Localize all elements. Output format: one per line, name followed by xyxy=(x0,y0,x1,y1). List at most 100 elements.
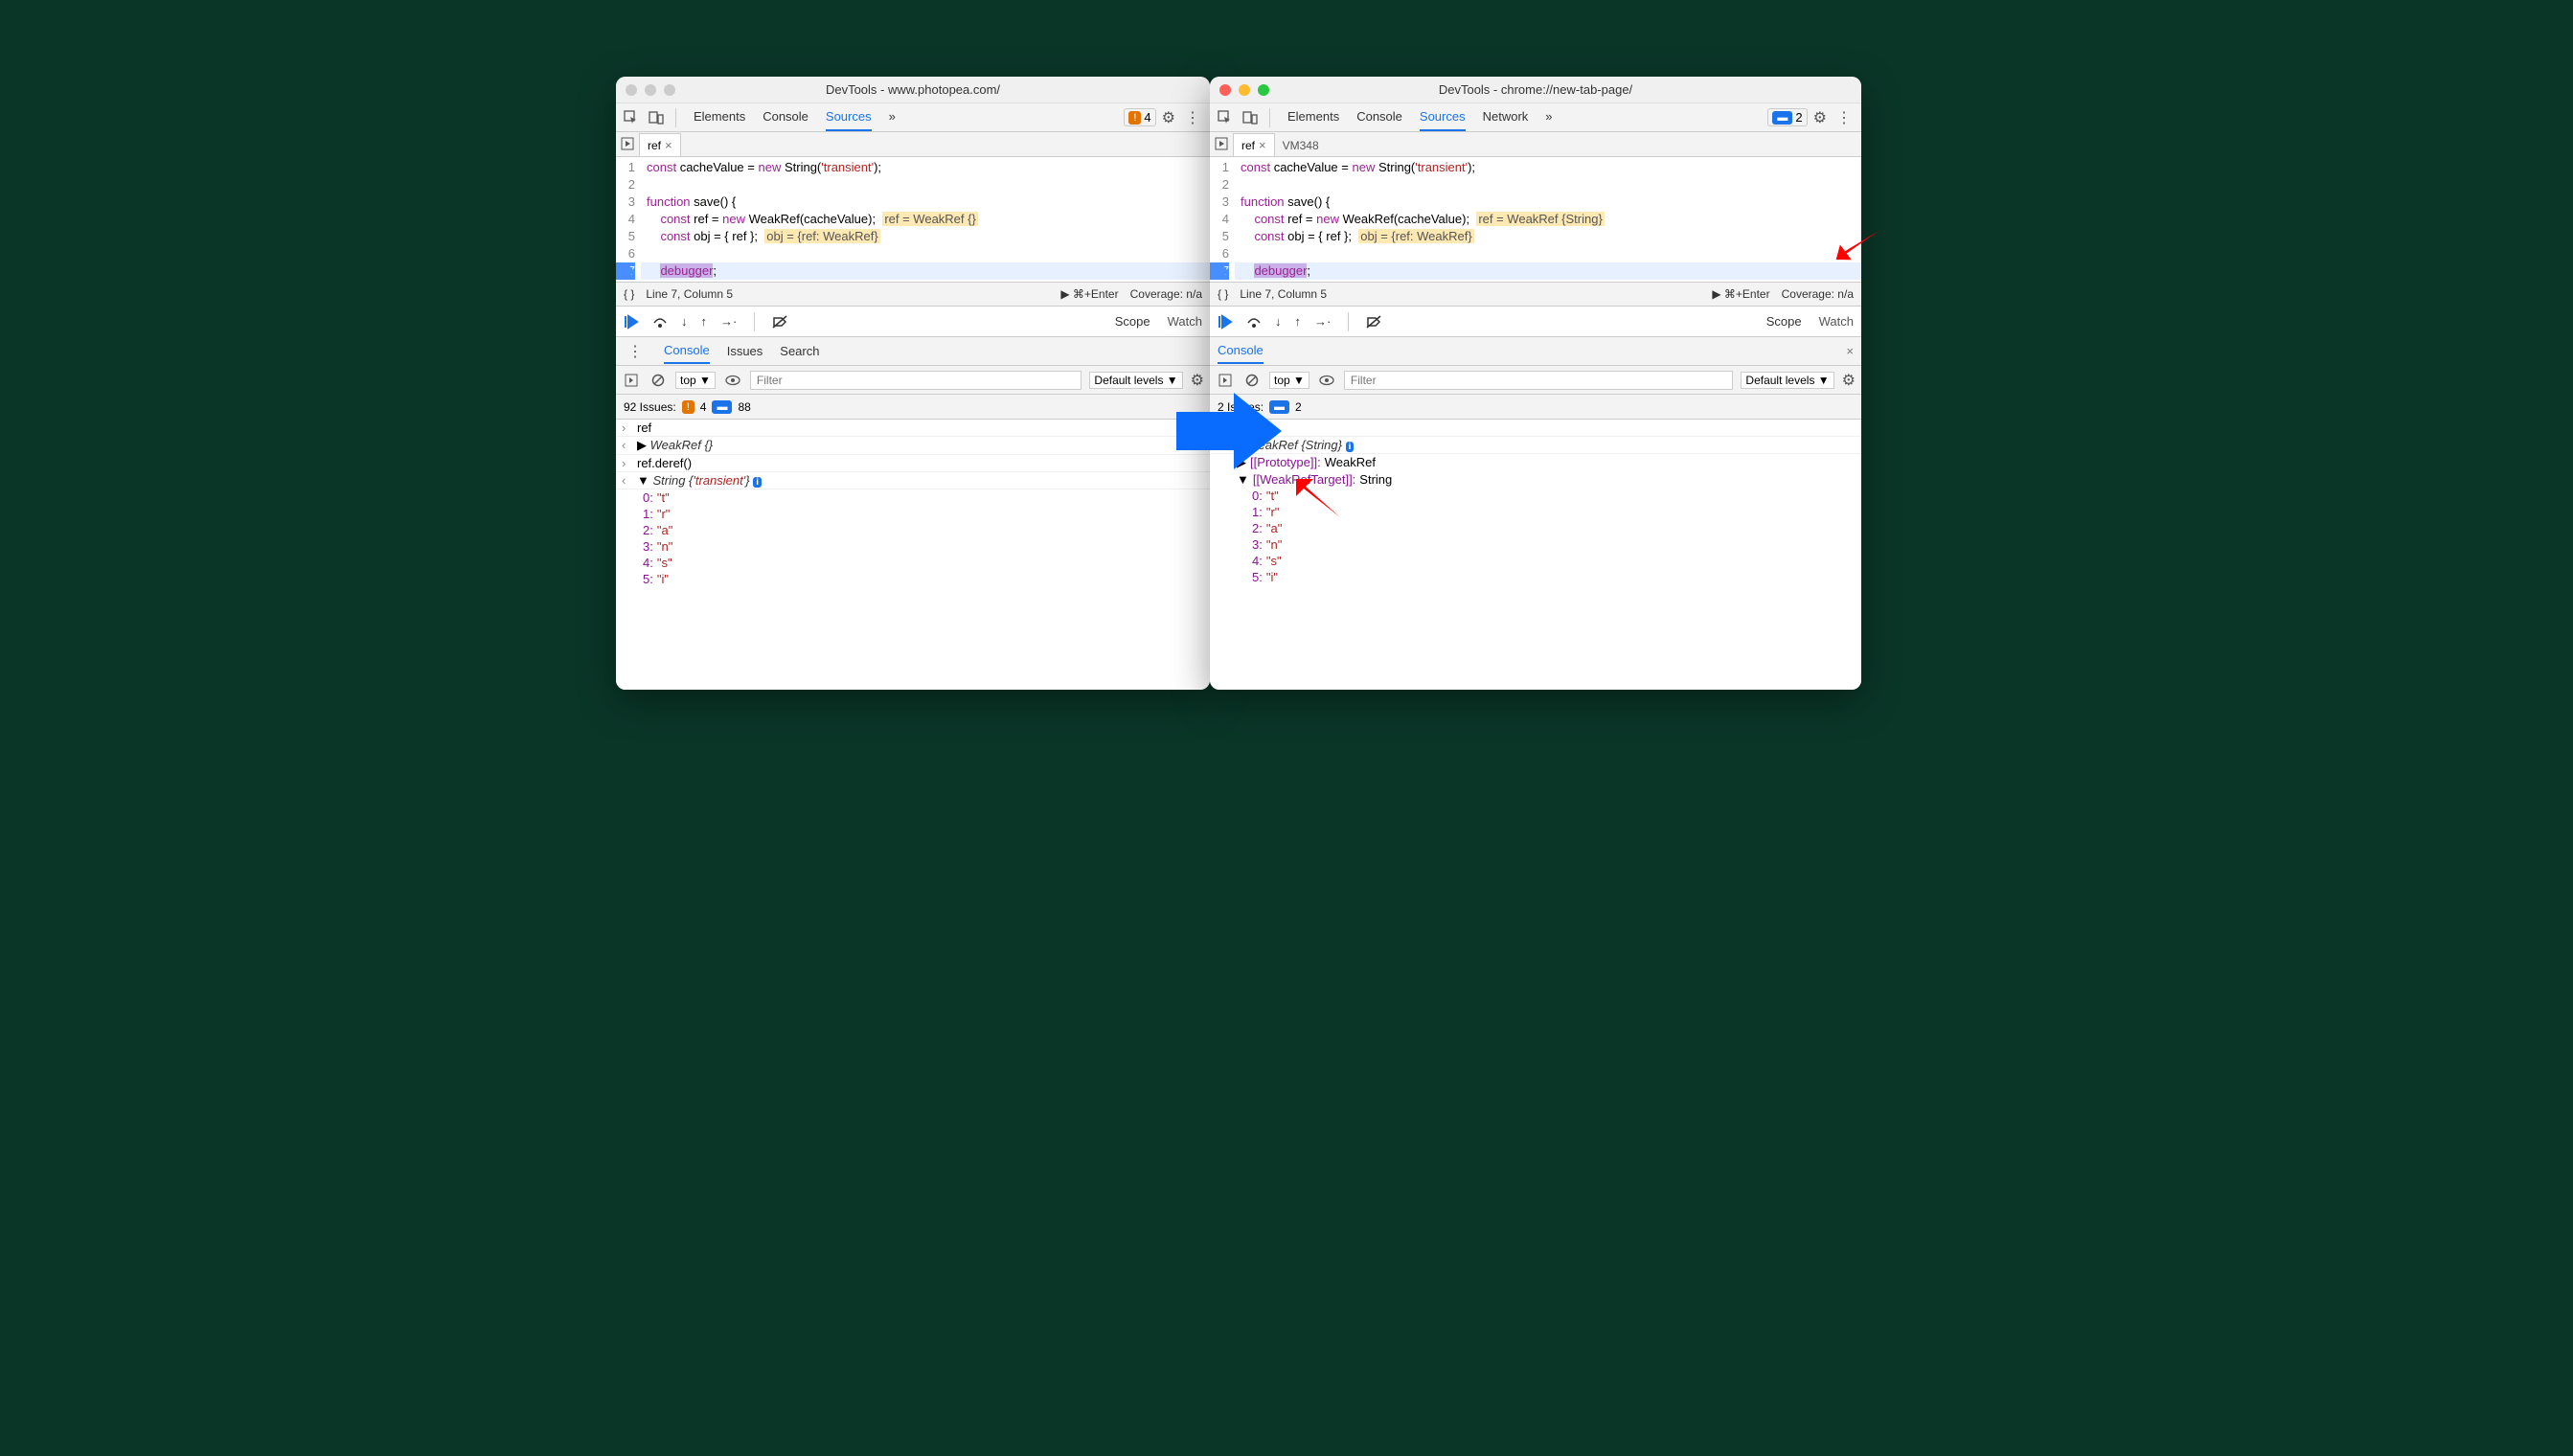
clear-console-icon[interactable] xyxy=(1242,371,1262,390)
resume-icon[interactable] xyxy=(624,314,639,330)
context-selector[interactable]: top ▼ xyxy=(675,372,716,389)
warn-badge: ! xyxy=(682,400,694,414)
menu-icon[interactable]: ⋮ xyxy=(1833,108,1856,127)
console-output[interactable]: ›ref ‹▶ WeakRef {} ›ref.deref() ‹▼ Strin… xyxy=(616,420,1210,690)
tab-more[interactable]: » xyxy=(889,103,896,131)
step-into-icon[interactable]: ↓ xyxy=(1275,314,1282,329)
code-editor[interactable]: 1234567 const cacheValue = new String('t… xyxy=(1210,157,1861,282)
step-out-icon[interactable]: ↑ xyxy=(1295,314,1302,329)
tab-sources[interactable]: Sources xyxy=(1420,103,1466,131)
tab-watch[interactable]: Watch xyxy=(1819,314,1854,329)
coverage-status: Coverage: n/a xyxy=(1782,287,1854,301)
drawer-menu-icon[interactable]: ⋮ xyxy=(624,342,647,361)
filter-input[interactable] xyxy=(1344,371,1734,390)
object-value: "n" xyxy=(657,539,672,554)
deactivate-bp-icon[interactable] xyxy=(1366,315,1381,329)
object-key: 3: xyxy=(1252,537,1263,552)
close-icon[interactable]: × xyxy=(665,138,672,152)
sidebar-toggle-icon[interactable] xyxy=(1216,371,1235,390)
issues-summary[interactable]: 92 Issues: !4 ▬88 xyxy=(616,395,1210,420)
tab-console[interactable]: Console xyxy=(763,103,808,131)
settings-icon[interactable]: ⚙ xyxy=(1162,108,1175,127)
object-value: "t" xyxy=(1266,489,1279,503)
live-expr-icon[interactable] xyxy=(1317,371,1336,390)
console-toolbar: top ▼ Default levels ▼ ⚙ xyxy=(616,366,1210,395)
step-out-icon[interactable]: ↑ xyxy=(701,314,708,329)
file-tabs: ref× VM348 xyxy=(1210,132,1861,157)
drawer-tab-search[interactable]: Search xyxy=(780,339,819,363)
traffic-lights xyxy=(1219,84,1269,96)
tab-watch[interactable]: Watch xyxy=(1168,314,1202,329)
panel-tabs: Elements Console Sources Network » xyxy=(1280,103,1762,131)
settings-icon[interactable]: ⚙ xyxy=(1813,108,1827,127)
file-tab-ref[interactable]: ref× xyxy=(1233,133,1275,156)
drawer-tab-console[interactable]: Console xyxy=(664,338,710,364)
context-selector[interactable]: top ▼ xyxy=(1269,372,1309,389)
tab-network[interactable]: Network xyxy=(1483,103,1529,131)
collapse-arrow-icon[interactable]: ▼ xyxy=(637,473,652,488)
levels-selector[interactable]: Default levels ▼ xyxy=(1089,372,1182,389)
console-settings-icon[interactable]: ⚙ xyxy=(1191,371,1204,390)
file-tab-vm[interactable]: VM348 xyxy=(1275,135,1327,156)
object-key: 1: xyxy=(1252,505,1263,519)
tab-more[interactable]: » xyxy=(1545,103,1552,131)
minimize-dot[interactable] xyxy=(645,84,656,96)
tab-elements[interactable]: Elements xyxy=(694,103,745,131)
debugger-toolbar: ↓ ↑ →· Scope Watch xyxy=(1210,307,1861,337)
collapse-arrow-icon[interactable]: ▼ xyxy=(1237,472,1249,487)
info-icon[interactable]: i xyxy=(1346,442,1355,452)
step-into-icon[interactable]: ↓ xyxy=(681,314,688,329)
resume-icon[interactable] xyxy=(1218,314,1233,330)
close-dot[interactable] xyxy=(1219,84,1231,96)
drawer-tab-issues[interactable]: Issues xyxy=(727,339,763,363)
step-over-icon[interactable] xyxy=(1246,315,1262,329)
braces-icon[interactable]: { } xyxy=(624,287,634,301)
output-chevron-icon: ‹ xyxy=(622,438,633,452)
inspect-icon[interactable] xyxy=(622,108,641,127)
sidebar-toggle-icon[interactable] xyxy=(622,371,641,390)
clear-console-icon[interactable] xyxy=(649,371,668,390)
zoom-dot[interactable] xyxy=(1258,84,1269,96)
drawer-close-icon[interactable]: × xyxy=(1846,344,1854,358)
warn-icon: ! xyxy=(1128,111,1141,125)
issues-badge[interactable]: ▬2 xyxy=(1767,108,1807,126)
blue-arrow-icon xyxy=(1176,393,1282,469)
file-tab-ref[interactable]: ref× xyxy=(639,133,681,156)
levels-selector[interactable]: Default levels ▼ xyxy=(1741,372,1833,389)
object-value: "a" xyxy=(1266,521,1282,535)
filter-input[interactable] xyxy=(750,371,1082,390)
snippet-run-icon[interactable] xyxy=(1210,131,1233,156)
expand-arrow-icon[interactable]: ▶ xyxy=(637,438,650,452)
issues-summary[interactable]: 2 Issues: ▬2 xyxy=(1210,395,1861,420)
drawer-tab-console[interactable]: Console xyxy=(1218,338,1264,364)
menu-icon[interactable]: ⋮ xyxy=(1181,108,1204,127)
step-over-icon[interactable] xyxy=(652,315,668,329)
device-icon[interactable] xyxy=(647,108,666,127)
console-settings-icon[interactable]: ⚙ xyxy=(1842,371,1856,390)
deactivate-bp-icon[interactable] xyxy=(772,315,787,329)
braces-icon[interactable]: { } xyxy=(1218,287,1228,301)
snippet-run-icon[interactable] xyxy=(616,131,639,156)
tab-scope[interactable]: Scope xyxy=(1115,314,1150,329)
step-icon[interactable]: →· xyxy=(720,314,737,329)
step-icon[interactable]: →· xyxy=(1314,314,1331,329)
close-dot[interactable] xyxy=(626,84,637,96)
minimize-dot[interactable] xyxy=(1239,84,1250,96)
coverage-status: Coverage: n/a xyxy=(1130,287,1202,301)
devtools-window-left: DevTools - www.photopea.com/ Elements Co… xyxy=(616,77,1210,690)
console-output[interactable]: ›ref ‹▼ WeakRef {String} i ▶ [[Prototype… xyxy=(1210,420,1861,690)
tab-sources[interactable]: Sources xyxy=(826,103,872,131)
device-icon[interactable] xyxy=(1241,108,1260,127)
issues-badge[interactable]: !4 xyxy=(1124,108,1155,126)
inspect-icon[interactable] xyxy=(1216,108,1235,127)
tab-scope[interactable]: Scope xyxy=(1766,314,1802,329)
close-icon[interactable]: × xyxy=(1259,138,1266,152)
info-icon[interactable]: i xyxy=(753,477,762,488)
tab-console[interactable]: Console xyxy=(1356,103,1402,131)
live-expr-icon[interactable] xyxy=(723,371,742,390)
zoom-dot[interactable] xyxy=(664,84,675,96)
tab-elements[interactable]: Elements xyxy=(1287,103,1339,131)
code-editor[interactable]: 1234567 const cacheValue = new String('t… xyxy=(616,157,1210,282)
object-key: 2: xyxy=(1252,521,1263,535)
object-key: 5: xyxy=(643,572,653,586)
